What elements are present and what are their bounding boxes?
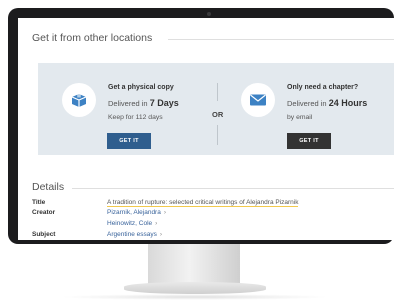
physical-delivery-time: Delivered in 7 Days xyxy=(108,98,179,108)
title-value-text: A tradition of rupture: selected critica… xyxy=(107,199,299,207)
creator-link[interactable]: Pizarnik, Alejandra › xyxy=(107,209,166,216)
details-divider xyxy=(72,188,394,189)
chevron-right-icon: › xyxy=(163,209,167,216)
monitor-shadow xyxy=(60,294,330,300)
chapter-delivery-time: Delivered in 24 Hours xyxy=(287,98,367,108)
heading-divider xyxy=(168,39,394,40)
get-physical-copy-button[interactable]: GET IT xyxy=(107,133,151,149)
monitor-frame: Get it from other locations Get a physic… xyxy=(8,8,394,244)
or-divider-bottom xyxy=(217,125,218,145)
physical-delivered-prefix: Delivered in xyxy=(108,99,148,108)
delivery-options-panel: Get a physical copy Delivered in 7 Days … xyxy=(38,63,394,155)
package-box-icon xyxy=(62,83,96,117)
get-chapter-button[interactable]: GET IT xyxy=(287,133,331,149)
monitor-stand-base xyxy=(124,282,266,294)
chevron-right-icon: › xyxy=(155,220,158,227)
chapter-delivered-value: 24 Hours xyxy=(328,98,368,108)
chevron-right-icon: › xyxy=(159,231,163,238)
subject-link[interactable]: Argentine essays › xyxy=(107,231,162,238)
screen: Get it from other locations Get a physic… xyxy=(18,18,394,240)
chapter-title: Only need a chapter? xyxy=(287,84,359,91)
subject-label: Subject xyxy=(32,231,56,238)
chapter-delivered-prefix: Delivered in xyxy=(287,99,327,108)
chapter-delivery-method: by email xyxy=(287,114,313,121)
physical-keep-period: Keep for 112 days xyxy=(108,114,163,121)
or-divider-top xyxy=(217,83,218,101)
details-heading: Details xyxy=(32,181,65,193)
subject-link-text: Argentine essays xyxy=(107,231,157,238)
title-value: A tradition of rupture: selected critica… xyxy=(107,199,299,207)
physical-delivered-value: 7 Days xyxy=(149,98,179,108)
title-label: Title xyxy=(32,199,46,206)
creator-link[interactable]: Heinowitz, Cole › xyxy=(107,220,157,227)
envelope-icon xyxy=(241,83,275,117)
creator-link-text: Pizarnik, Alejandra xyxy=(107,209,161,216)
or-label: OR xyxy=(212,110,224,119)
creator-link-text: Heinowitz, Cole xyxy=(107,220,153,227)
monitor-stand-neck xyxy=(148,244,240,286)
creator-label: Creator xyxy=(32,209,56,216)
physical-copy-title: Get a physical copy xyxy=(108,84,174,91)
other-locations-heading: Get it from other locations xyxy=(32,32,153,44)
camera-dot xyxy=(207,12,211,16)
